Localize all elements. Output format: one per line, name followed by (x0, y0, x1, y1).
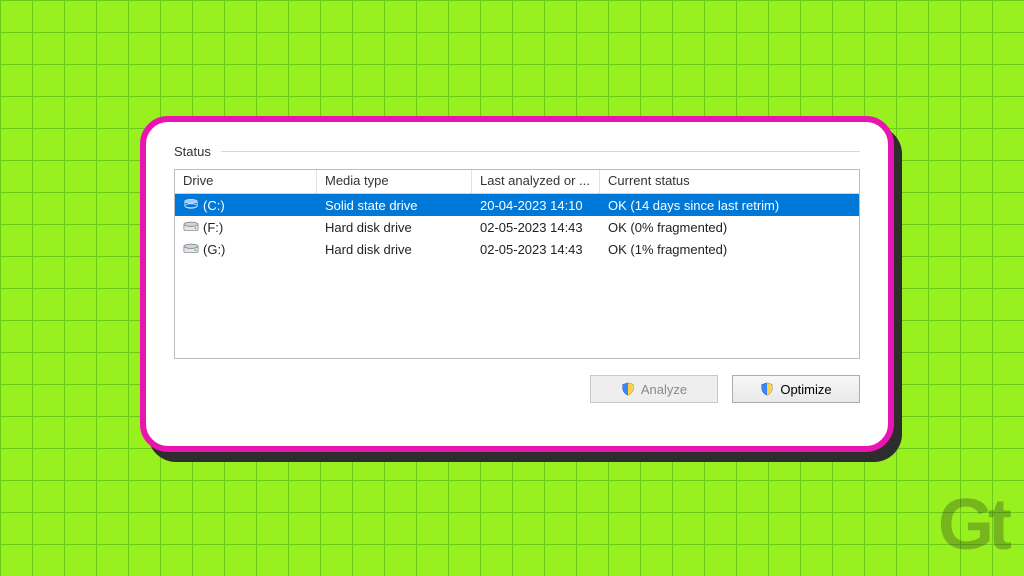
shield-icon (760, 382, 774, 396)
table-row[interactable]: (F:) Hard disk drive02-05-2023 14:43OK (0… (175, 216, 859, 238)
drives-table: Drive Media type Last analyzed or ... Cu… (174, 169, 860, 359)
media-type: Hard disk drive (317, 242, 472, 257)
table-body: (C:)Solid state drive20-04-2023 14:10OK … (175, 194, 859, 260)
column-header-drive[interactable]: Drive (175, 170, 317, 193)
current-status: OK (14 days since last retrim) (600, 198, 859, 213)
shield-icon (621, 382, 635, 396)
drive-name: (C:) (203, 198, 225, 213)
media-type: Solid state drive (317, 198, 472, 213)
last-analyzed: 02-05-2023 14:43 (472, 220, 600, 235)
watermark-logo: Gt (938, 484, 1006, 566)
drive-name: (F:) (203, 220, 223, 235)
table-row[interactable]: (C:) Solid state drive20-04-2023 14:10OK … (175, 194, 859, 216)
current-status: OK (1% fragmented) (600, 242, 859, 257)
drive-icon (183, 219, 199, 236)
status-section-header: Status (174, 144, 860, 159)
current-status: OK (0% fragmented) (600, 220, 859, 235)
status-label: Status (174, 144, 221, 159)
optimize-button-label: Optimize (780, 382, 831, 397)
header-rule (221, 151, 860, 152)
last-analyzed: 20-04-2023 14:10 (472, 198, 600, 213)
drive-icon (183, 241, 199, 258)
table-row[interactable]: (G:) Hard disk drive02-05-2023 14:43OK (1… (175, 238, 859, 260)
drive-name: (G:) (203, 242, 225, 257)
last-analyzed: 02-05-2023 14:43 (472, 242, 600, 257)
optimize-drives-panel: Status Drive Media type Last analyzed or… (140, 116, 894, 452)
media-type: Hard disk drive (317, 220, 472, 235)
analyze-button[interactable]: Analyze (590, 375, 718, 403)
analyze-button-label: Analyze (641, 382, 687, 397)
optimize-button[interactable]: Optimize (732, 375, 860, 403)
drive-icon (183, 197, 199, 214)
column-header-media[interactable]: Media type (317, 170, 472, 193)
column-header-last[interactable]: Last analyzed or ... (472, 170, 600, 193)
button-row: Analyze Optimize (174, 375, 860, 403)
table-header: Drive Media type Last analyzed or ... Cu… (175, 170, 859, 194)
column-header-status[interactable]: Current status (600, 170, 859, 193)
